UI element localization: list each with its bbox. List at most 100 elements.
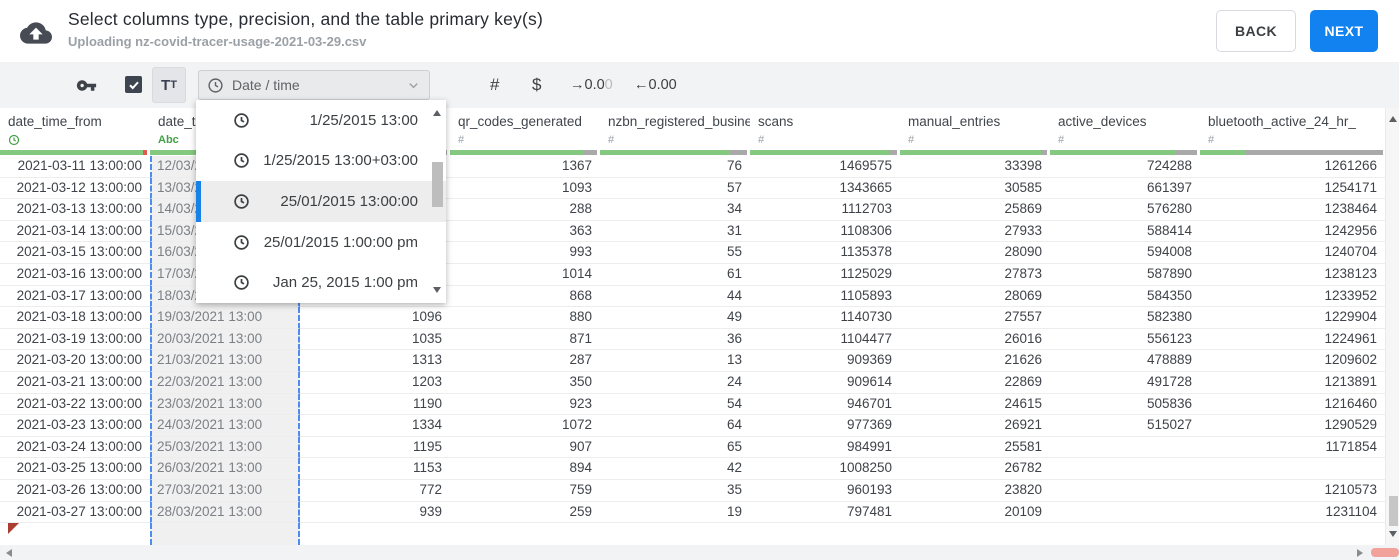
table-cell[interactable]: 1014 xyxy=(450,264,600,286)
scroll-right-icon[interactable] xyxy=(1357,548,1363,557)
table-cell[interactable]: 1125029 xyxy=(750,264,900,286)
table-cell[interactable]: 33398 xyxy=(900,156,1050,178)
column-header[interactable]: nzbn_registered_busine # xyxy=(600,108,750,156)
table-cell[interactable]: 993 xyxy=(450,242,600,264)
table-cell[interactable]: 2021-03-21 13:00:00 xyxy=(0,372,150,394)
table-cell[interactable]: 64 xyxy=(600,415,750,437)
table-cell[interactable]: 1334 xyxy=(300,415,450,437)
table-cell[interactable]: 2021-03-12 13:00:00 xyxy=(0,178,150,200)
table-cell[interactable]: 20109 xyxy=(900,502,1050,524)
table-cell[interactable]: 1035 xyxy=(300,329,450,351)
table-cell[interactable]: 2021-03-26 13:00:00 xyxy=(0,480,150,502)
table-cell[interactable]: 515027 xyxy=(1050,415,1200,437)
table-cell[interactable]: 26016 xyxy=(900,329,1050,351)
table-cell[interactable]: 1096 xyxy=(300,307,450,329)
table-cell[interactable]: 724288 xyxy=(1050,156,1200,178)
number-type-button[interactable]: # xyxy=(490,62,499,108)
table-cell[interactable]: 1171854 xyxy=(1200,437,1385,459)
table-cell[interactable]: 23820 xyxy=(900,480,1050,502)
table-cell[interactable]: 1104477 xyxy=(750,329,900,351)
table-cell[interactable]: 22/03/2021 13:00 xyxy=(150,371,300,394)
scroll-down-icon[interactable] xyxy=(1389,531,1397,537)
table-cell[interactable]: 54 xyxy=(600,394,750,416)
scroll-left-icon[interactable] xyxy=(6,548,12,557)
table-cell[interactable] xyxy=(1050,458,1200,480)
table-cell[interactable]: 1072 xyxy=(450,415,600,437)
table-cell[interactable]: 797481 xyxy=(750,502,900,524)
table-cell[interactable]: 25581 xyxy=(900,437,1050,459)
table-cell[interactable]: 22869 xyxy=(900,372,1050,394)
table-cell[interactable]: 24615 xyxy=(900,394,1050,416)
table-cell[interactable]: 2021-03-15 13:00:00 xyxy=(0,242,150,264)
table-cell[interactable]: 27557 xyxy=(900,307,1050,329)
table-cell[interactable]: 1224961 xyxy=(1200,329,1385,351)
datetime-format-option[interactable]: 25/01/2015 13:00:00 xyxy=(196,181,446,222)
column-header[interactable]: date_time_from xyxy=(0,108,150,156)
table-cell[interactable] xyxy=(1050,502,1200,524)
column-header[interactable]: qr_codes_generated # xyxy=(450,108,600,156)
horizontal-scrollbar-thumb[interactable] xyxy=(1371,548,1399,557)
decrease-decimal-button[interactable]: → 0.0 0 xyxy=(570,62,613,108)
table-cell[interactable]: 2021-03-23 13:00:00 xyxy=(0,415,150,437)
table-cell[interactable]: 20/03/2021 13:00 xyxy=(150,328,300,351)
table-cell[interactable]: 65 xyxy=(600,437,750,459)
table-cell[interactable]: 2021-03-22 13:00:00 xyxy=(0,394,150,416)
column-header[interactable]: manual_entries # xyxy=(900,108,1050,156)
table-horizontal-scrollbar[interactable] xyxy=(0,545,1399,560)
table-cell[interactable]: 588414 xyxy=(1050,221,1200,243)
table-cell[interactable]: 21626 xyxy=(900,350,1050,372)
table-cell[interactable]: 1367 xyxy=(450,156,600,178)
table-cell[interactable]: 661397 xyxy=(1050,178,1200,200)
increase-decimal-button[interactable]: ← 0.00 xyxy=(634,62,677,108)
table-cell[interactable]: 26782 xyxy=(900,458,1050,480)
table-cell[interactable]: 25/03/2021 13:00 xyxy=(150,436,300,459)
table-cell[interactable]: 21/03/2021 13:00 xyxy=(150,350,300,372)
text-type-button[interactable]: TT xyxy=(152,67,186,103)
table-cell[interactable]: 28069 xyxy=(900,286,1050,308)
table-cell[interactable]: 24 xyxy=(600,372,750,394)
table-cell[interactable]: 1105893 xyxy=(750,286,900,308)
scroll-up-icon[interactable] xyxy=(433,110,441,116)
table-cell[interactable]: 984991 xyxy=(750,437,900,459)
table-cell[interactable]: 1140730 xyxy=(750,307,900,329)
table-cell[interactable]: 2021-03-19 13:00:00 xyxy=(0,329,150,351)
table-cell[interactable]: 1229904 xyxy=(1200,307,1385,329)
table-cell[interactable]: 1112703 xyxy=(750,199,900,221)
table-cell[interactable]: 1313 xyxy=(300,350,450,372)
table-cell[interactable]: 27/03/2021 13:00 xyxy=(150,479,300,502)
table-cell[interactable]: 1290529 xyxy=(1200,415,1385,437)
table-cell[interactable]: 587890 xyxy=(1050,264,1200,286)
table-cell[interactable]: 1210573 xyxy=(1200,480,1385,502)
table-cell[interactable]: 13 xyxy=(600,350,750,372)
table-cell[interactable]: 505836 xyxy=(1050,394,1200,416)
table-cell[interactable]: 28/03/2021 13:00 xyxy=(150,501,300,524)
table-cell[interactable]: 1216460 xyxy=(1200,394,1385,416)
table-cell[interactable]: 584350 xyxy=(1050,286,1200,308)
table-cell[interactable]: 27873 xyxy=(900,264,1050,286)
table-cell[interactable]: 2021-03-27 13:00:00 xyxy=(0,502,150,524)
table-cell[interactable]: 894 xyxy=(450,458,600,480)
column-header[interactable]: bluetooth_active_24_hr_ # xyxy=(1200,108,1385,156)
column-header[interactable]: scans # xyxy=(750,108,900,156)
table-vertical-scrollbar[interactable] xyxy=(1385,108,1399,545)
table-cell[interactable]: 35 xyxy=(600,480,750,502)
table-cell[interactable]: 977369 xyxy=(750,415,900,437)
table-cell[interactable]: 1213891 xyxy=(1200,372,1385,394)
table-cell[interactable]: 1093 xyxy=(450,178,600,200)
table-cell[interactable]: 26921 xyxy=(900,415,1050,437)
table-cell[interactable]: 907 xyxy=(450,437,600,459)
table-cell[interactable]: 2021-03-25 13:00:00 xyxy=(0,458,150,480)
table-cell[interactable]: 759 xyxy=(450,480,600,502)
table-cell[interactable]: 26/03/2021 13:00 xyxy=(150,458,300,480)
table-cell[interactable]: 582380 xyxy=(1050,307,1200,329)
table-cell[interactable]: 1233952 xyxy=(1200,286,1385,308)
table-cell[interactable]: 34 xyxy=(600,199,750,221)
table-cell[interactable]: 30585 xyxy=(900,178,1050,200)
scroll-up-icon[interactable] xyxy=(1389,116,1397,122)
table-cell[interactable]: 288 xyxy=(450,199,600,221)
table-cell[interactable]: 1153 xyxy=(300,458,450,480)
table-cell[interactable]: 19 xyxy=(600,502,750,524)
table-cell[interactable]: 25869 xyxy=(900,199,1050,221)
table-cell[interactable]: 287 xyxy=(450,350,600,372)
table-cell[interactable]: 28090 xyxy=(900,242,1050,264)
